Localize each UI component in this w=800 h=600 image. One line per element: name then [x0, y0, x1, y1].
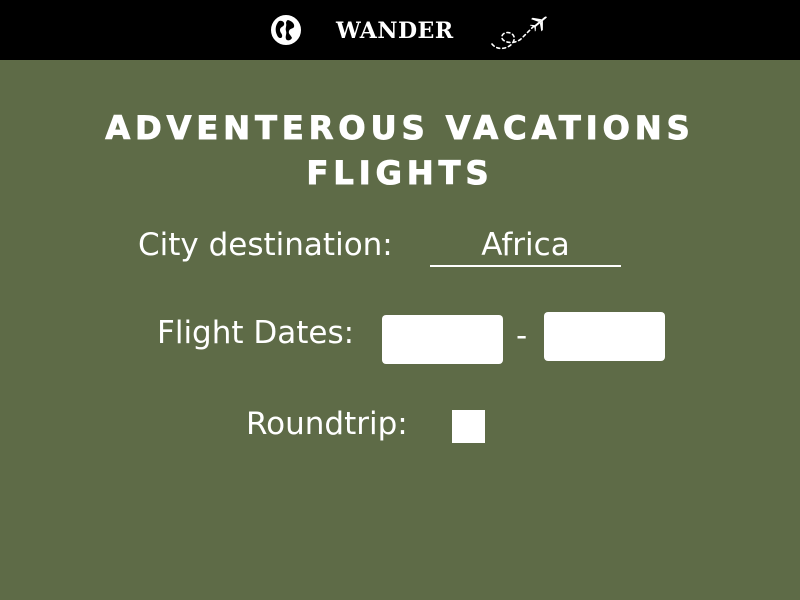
city-destination-input[interactable] — [430, 225, 621, 267]
date-separator: - — [516, 318, 528, 354]
flight-dates-label: Flight Dates: — [157, 315, 355, 351]
top-bar: WANDER — [0, 0, 800, 60]
page-subtitle: FLIGHTS — [306, 154, 494, 193]
flight-end-date-input[interactable] — [544, 312, 665, 361]
flight-start-date-input[interactable] — [382, 315, 503, 364]
airplane-dashed-trail-icon — [491, 16, 547, 50]
roundtrip-label: Roundtrip: — [246, 406, 408, 442]
brand-name[interactable]: WANDER — [336, 17, 466, 45]
roundtrip-checkbox[interactable] — [452, 410, 485, 443]
city-destination-label: City destination: — [138, 227, 393, 263]
page-title: ADVENTEROUS VACATIONS — [105, 109, 695, 148]
globe-icon — [271, 15, 301, 45]
